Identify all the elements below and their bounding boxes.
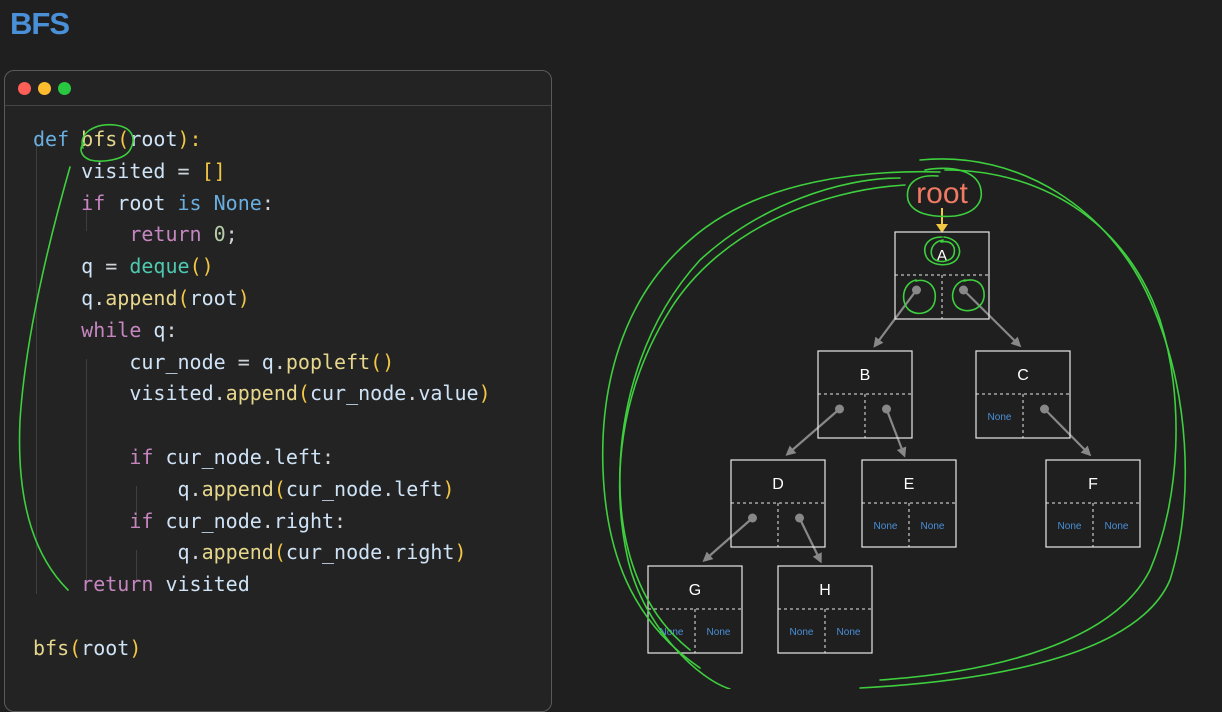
annotation-bfs-circle [80,123,134,162]
right-none-label: None [707,627,731,638]
node-value-label: H [819,582,831,599]
right-none-label: None [837,627,861,638]
edge-d-h [798,517,820,559]
left-none-label: None [874,521,898,532]
node-value-label: G [689,582,701,599]
edge-b-d [789,408,841,453]
root-label: root [916,177,968,210]
annotation-code-bracket [18,166,71,591]
left-none-label: None [1058,521,1082,532]
annotation-tree-loop-outer-right [859,158,1187,689]
tree-node-c: C None [975,350,1071,439]
left-none-label: None [988,412,1012,423]
right-none-label: None [921,521,945,532]
node-value-label: A [937,248,948,265]
tree-diagram: root A B C None D E None None F None None G None None… [18,123,1187,689]
node-value-label: C [1017,367,1029,384]
annotation-tree-loop-mid-left [619,177,901,651]
edge-b-e [885,408,905,453]
node-value-label: B [860,367,871,384]
edge-c-f [1043,408,1088,453]
edge-a-c [962,289,1018,344]
arrowhead-icon [873,336,884,348]
tree-node-b: B [817,350,913,439]
tree-node-h: H None None [777,565,873,654]
annotation-tree-loop-outer-left [601,170,941,669]
tree-node-f: F None None [1045,459,1141,548]
node-value-label: E [904,476,915,493]
tree-node-d: D [730,459,826,548]
tree-node-e: E None None [861,459,957,548]
edge-a-b [876,289,918,344]
annotation-node-a-left-circle [902,279,937,315]
annotation-tree-loop-inner-left [618,184,906,689]
node-value-label: F [1088,476,1098,493]
left-none-label: None [790,627,814,638]
tree-node-a: A [894,231,990,320]
tree-node-g: GNone None [647,565,743,654]
right-none-label: None [1105,521,1129,532]
edge-d-g [706,517,754,559]
node-value-label: D [772,476,784,493]
